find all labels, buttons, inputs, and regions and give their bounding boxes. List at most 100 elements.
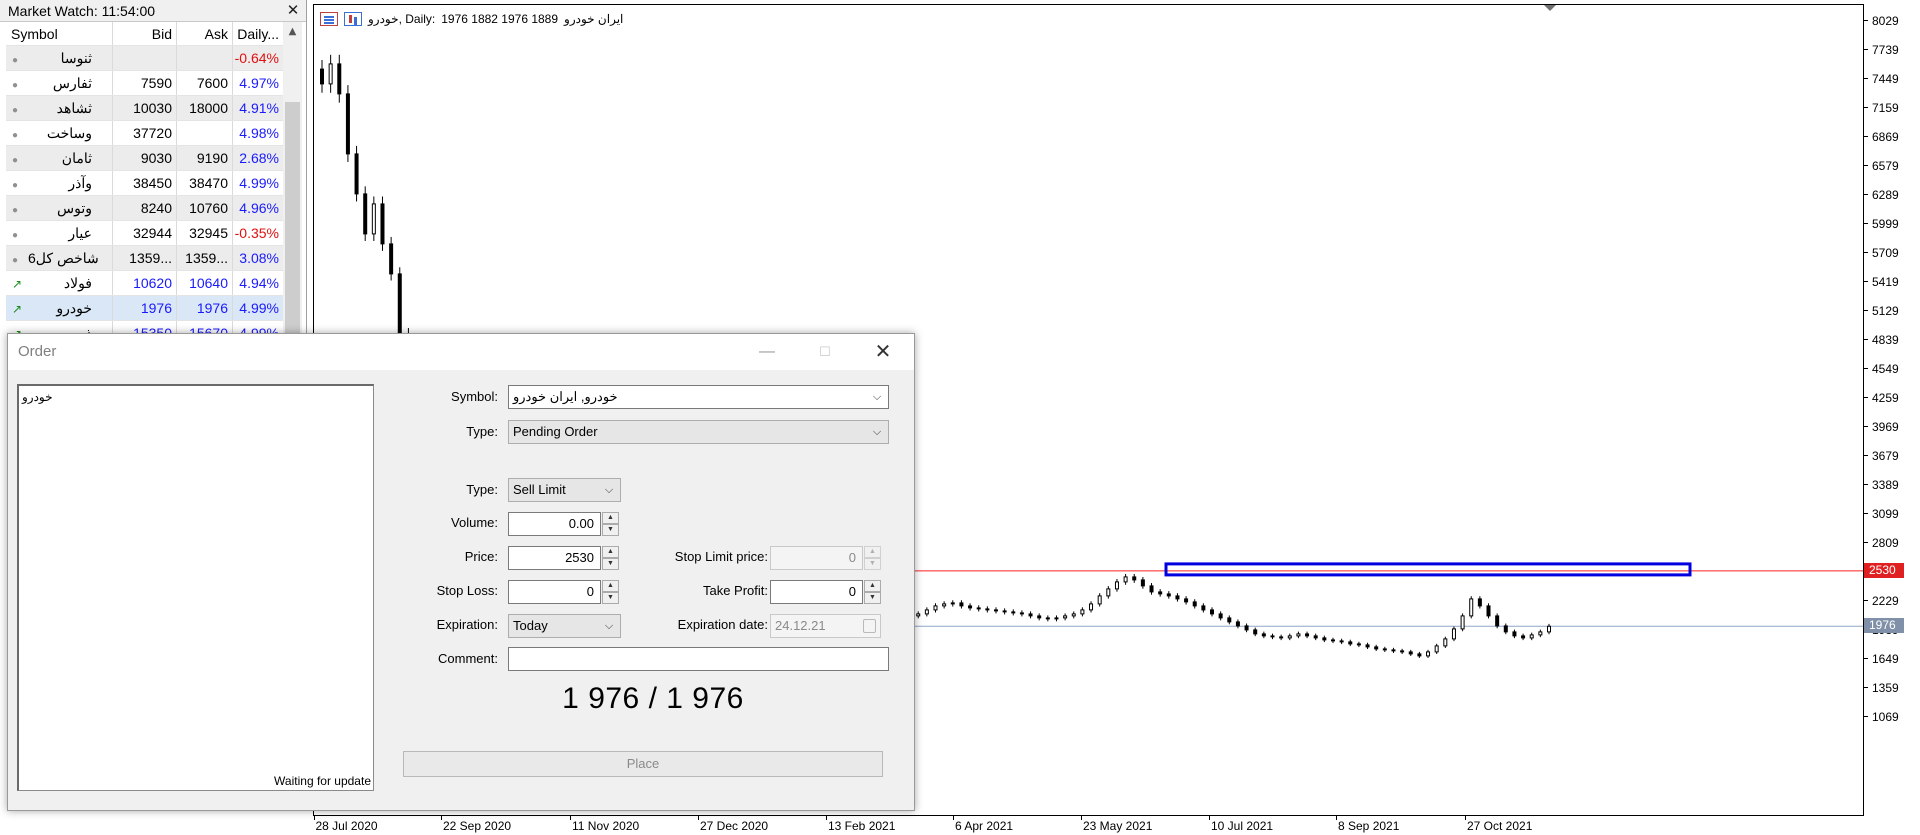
stepper-down-icon[interactable]: ▼	[602, 524, 619, 536]
candle-body	[1158, 591, 1163, 595]
status-dot-icon: ●	[12, 255, 19, 266]
table-row[interactable]: ● عيار 32944 32945 -0.35%	[6, 221, 283, 246]
stop-loss-stepper[interactable]: ▲ ▼	[602, 580, 619, 604]
price-axis-tick-label: 7449	[1872, 72, 1899, 86]
volume-field[interactable]: 0.00	[508, 512, 601, 536]
candle-body	[1071, 613, 1076, 617]
comment-field[interactable]	[508, 647, 889, 671]
price-axis-tick-label: 5419	[1872, 275, 1899, 289]
time-axis-tick-label: 27 Oct 2021	[1467, 819, 1533, 833]
row-bid: 1976	[112, 296, 176, 320]
time-axis-tick-label: 11 Nov 2020	[572, 819, 640, 833]
stepper-up-icon[interactable]: ▲	[864, 580, 881, 592]
price-axis-tick: 6869	[1864, 130, 1920, 144]
price-axis-tick-label: 6579	[1872, 159, 1899, 173]
candle-body	[1097, 595, 1102, 605]
stepper-down-icon[interactable]: ▼	[864, 592, 881, 604]
take-profit-field[interactable]: 0	[770, 580, 863, 604]
stepper-up-icon[interactable]: ▲	[602, 512, 619, 524]
candle-body	[1339, 640, 1344, 643]
candle-body	[1192, 601, 1197, 607]
symbol-name: ثامان	[61, 150, 92, 166]
maximize-icon[interactable]: ☐	[802, 334, 848, 370]
stepper-down-icon[interactable]: ▼	[602, 592, 619, 604]
table-row[interactable]: ● ثفارس 7590 7600 4.97%	[6, 71, 283, 96]
table-row[interactable]: ● وآذر 38450 38470 4.99%	[6, 171, 283, 196]
candle-body	[328, 63, 333, 85]
volume-stepper[interactable]: ▲ ▼	[602, 512, 619, 536]
symbol-name: ثنوسا	[60, 50, 92, 66]
stepper-up-icon[interactable]: ▲	[602, 580, 619, 592]
candle-body	[1356, 643, 1361, 646]
tick-chart-status: Waiting for update	[274, 774, 371, 788]
price-axis-tick: 3099	[1864, 507, 1920, 521]
expiration-select[interactable]: Today ⌵	[508, 614, 621, 638]
stepper-down-icon[interactable]: ▼	[602, 558, 619, 570]
candle-body	[1244, 625, 1249, 631]
price-field[interactable]: 2530	[508, 546, 601, 570]
expiration-value: Today	[513, 618, 548, 633]
stop-limit-field: 0	[770, 546, 863, 570]
take-profit-stepper[interactable]: ▲ ▼	[864, 580, 881, 604]
row-symbol: ● وساخت	[6, 121, 112, 145]
candle-body	[1210, 609, 1215, 615]
pending-type-select[interactable]: Sell Limit ⌵	[508, 478, 621, 502]
symbol-select[interactable]: خودرو, ایران خودرو ⌵	[508, 385, 889, 409]
table-row[interactable]: ↗ فولاد 10620 10640 4.94%	[6, 271, 283, 296]
symbol-name: وتوس	[57, 200, 92, 216]
bid-ask-quote: 1 976 / 1 976	[562, 682, 744, 715]
order-title-bar[interactable]: Order — ☐ ✕	[8, 334, 914, 370]
row-daily-change: 4.97%	[232, 71, 283, 95]
column-header-ask[interactable]: Ask	[176, 22, 232, 45]
row-bid: 9030	[112, 146, 176, 170]
chart-list-icon[interactable]	[320, 12, 338, 26]
order-kind-select[interactable]: Pending Order ⌵	[508, 420, 889, 444]
market-watch-scrollbar[interactable]: ▲	[283, 22, 302, 340]
row-symbol: ● ثنوسا	[6, 46, 112, 70]
table-row[interactable]: ● ثامان 9030 9190 2.68%	[6, 146, 283, 171]
column-header-daily-change[interactable]: Daily...	[232, 22, 283, 45]
row-ask: 7600	[176, 71, 232, 95]
chart-bars-icon[interactable]	[344, 12, 362, 26]
minimize-icon[interactable]: —	[744, 334, 790, 370]
candle-body	[354, 153, 359, 195]
price-axis-tick-label: 6869	[1872, 130, 1899, 144]
table-row[interactable]: ● شاخص كل6 1359... 1359... 3.08%	[6, 246, 283, 271]
row-daily-change: 4.99%	[232, 296, 283, 320]
time-axis-tick-label: 10 Jul 2021	[1211, 819, 1274, 833]
candle-body	[1512, 631, 1517, 637]
stepper-up-icon[interactable]: ▲	[602, 546, 619, 558]
table-row[interactable]: ● ثنوسا -0.64%	[6, 46, 283, 71]
candle-body	[1469, 598, 1474, 617]
table-row[interactable]: ● وتوس 8240 10760 4.96%	[6, 196, 283, 221]
table-row[interactable]: ↗ خودرو 1976 1976 4.99%	[6, 296, 283, 321]
stop-loss-field[interactable]: 0	[508, 580, 601, 604]
scroll-up-arrow-icon[interactable]: ▲	[283, 22, 302, 41]
candle-body	[1054, 617, 1059, 620]
price-axis-tick: 2809	[1864, 536, 1920, 550]
price-axis-tick: 8029	[1864, 14, 1920, 28]
column-header-symbol[interactable]: Symbol	[6, 22, 112, 45]
row-symbol: ● ثامان	[6, 146, 112, 170]
row-ask: 1359...	[176, 246, 232, 270]
scrollbar-thumb[interactable]	[285, 102, 300, 340]
close-icon[interactable]: ✕	[285, 0, 301, 22]
market-watch-table: Symbol Bid Ask Daily... ● ثنوسا -0.64% ● ثفا…	[6, 22, 283, 340]
candle-body	[1132, 576, 1137, 581]
candle-body	[320, 68, 324, 85]
market-watch-title-text: Market Watch: 11:54:00	[8, 3, 156, 19]
column-header-bid[interactable]: Bid	[112, 22, 176, 45]
price-axis-tick-label: 2229	[1872, 594, 1899, 608]
candle-body	[1521, 635, 1526, 639]
price-stepper[interactable]: ▲ ▼	[602, 546, 619, 570]
close-icon[interactable]: ✕	[860, 334, 906, 370]
time-axis-tick-label: 27 Dec 2020	[700, 819, 769, 833]
row-symbol: ● ثشاهد	[6, 96, 112, 120]
chart-shift-marker-icon[interactable]	[1544, 5, 1556, 11]
time-axis-tick-label: 13 Feb 2021	[828, 819, 896, 833]
table-row[interactable]: ● ثشاهد 10030 18000 4.91%	[6, 96, 283, 121]
price-axis-tick-label: 7739	[1872, 43, 1899, 57]
table-row[interactable]: ● وساخت 37720 4.98%	[6, 121, 283, 146]
place-button[interactable]: Place	[403, 751, 883, 777]
row-ask: 1976	[176, 296, 232, 320]
